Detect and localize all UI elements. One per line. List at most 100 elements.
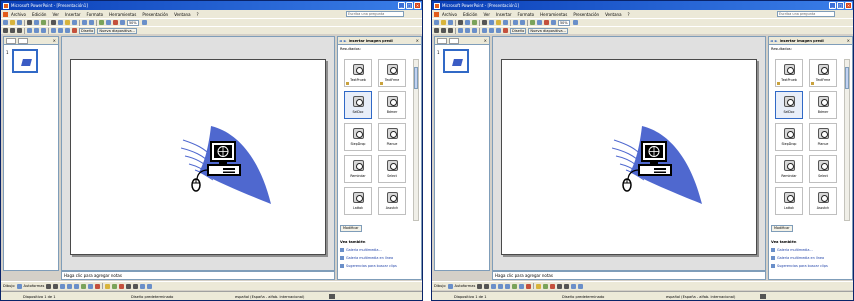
- menu-formato[interactable]: Formato: [87, 12, 104, 17]
- clip-organizer-link[interactable]: Galería multimedia...: [771, 248, 813, 252]
- slide-thumbnail[interactable]: [12, 49, 38, 73]
- numbering-icon[interactable]: [489, 28, 494, 33]
- cut-icon[interactable]: [482, 20, 487, 25]
- design-button[interactable]: Diseño: [510, 27, 527, 34]
- align-right-icon[interactable]: [472, 28, 477, 33]
- shadow-icon[interactable]: [140, 283, 146, 289]
- notes-pane[interactable]: Haga clic para agregar notas: [492, 271, 766, 280]
- notes-pane[interactable]: Haga clic para agregar notas: [61, 271, 335, 280]
- save-icon[interactable]: [17, 20, 22, 25]
- arrow-icon[interactable]: [53, 283, 59, 289]
- line-color-icon[interactable]: [112, 283, 118, 289]
- line-style-icon[interactable]: [557, 283, 563, 289]
- align-right-icon[interactable]: [41, 28, 46, 33]
- menu-ver[interactable]: Ver: [483, 12, 490, 17]
- clipart-tile[interactable]: SelDoc: [344, 91, 372, 119]
- insert-clipart-icon[interactable]: [544, 20, 549, 25]
- diagram-icon[interactable]: [519, 283, 525, 289]
- font-color-icon[interactable]: [72, 28, 77, 33]
- slide[interactable]: [501, 59, 757, 255]
- menu-insertar[interactable]: Insertar: [496, 12, 512, 17]
- paste-icon[interactable]: [496, 20, 501, 25]
- fill-color-icon[interactable]: [536, 283, 542, 289]
- clip-organizer-link[interactable]: Galería multimedia...: [340, 248, 382, 252]
- clipart-tile[interactable]: TextPrueb: [775, 59, 803, 87]
- clipart-tile[interactable]: Planue: [378, 123, 406, 151]
- zoom-select[interactable]: 50%: [127, 19, 139, 26]
- online-clipart-link[interactable]: Galería multimedia en línea: [771, 256, 824, 260]
- clipart-icon[interactable]: [526, 283, 532, 289]
- new-slide-button[interactable]: Nueva diapositiva...: [528, 27, 568, 34]
- help-icon[interactable]: [572, 20, 578, 25]
- clipart-tile[interactable]: Bdmer: [378, 91, 406, 119]
- clipart-tile[interactable]: TextPrueb: [344, 59, 372, 87]
- format-painter-icon[interactable]: [72, 20, 77, 25]
- undo-icon[interactable]: [82, 20, 87, 25]
- modify-button[interactable]: Modificar: [771, 225, 793, 232]
- font-size-increase-icon[interactable]: [496, 28, 501, 33]
- align-center-icon[interactable]: [465, 28, 470, 33]
- close-icon[interactable]: ×: [416, 38, 419, 43]
- spelling-icon[interactable]: [472, 20, 477, 25]
- save-icon[interactable]: [448, 20, 453, 25]
- restore-button[interactable]: □: [837, 2, 844, 9]
- zoom-select[interactable]: 50%: [558, 19, 570, 26]
- minimize-button[interactable]: _: [829, 2, 836, 9]
- oval-icon[interactable]: [67, 283, 73, 289]
- computer-clipart[interactable]: [612, 122, 706, 214]
- oval-icon[interactable]: [498, 283, 504, 289]
- wordart-icon[interactable]: [81, 283, 87, 289]
- clipart-tile[interactable]: Remindar: [775, 155, 803, 183]
- insert-table-icon[interactable]: [106, 20, 111, 25]
- shadow-icon[interactable]: [571, 283, 577, 289]
- print-icon[interactable]: [27, 20, 32, 25]
- online-clipart-link[interactable]: Galería multimedia en línea: [340, 256, 393, 260]
- menu-insertar[interactable]: Insertar: [65, 12, 81, 17]
- redo-icon[interactable]: [520, 20, 525, 25]
- font-color-icon[interactable]: [550, 283, 556, 289]
- italic-icon[interactable]: [441, 28, 446, 33]
- close-button[interactable]: ×: [845, 2, 852, 9]
- document-icon[interactable]: [3, 11, 8, 17]
- tab-slides[interactable]: [18, 37, 28, 44]
- clipart-tile[interactable]: Bdmer: [809, 91, 837, 119]
- bullets-icon[interactable]: [51, 28, 56, 33]
- format-painter-icon[interactable]: [503, 20, 508, 25]
- cut-icon[interactable]: [51, 20, 56, 25]
- insert-chart-icon[interactable]: [99, 20, 104, 25]
- 3d-icon[interactable]: [578, 283, 584, 289]
- paste-icon[interactable]: [65, 20, 70, 25]
- align-center-icon[interactable]: [34, 28, 39, 33]
- grid-icon[interactable]: [120, 20, 125, 25]
- clipart-tile[interactable]: Planue: [809, 123, 837, 151]
- slide[interactable]: [70, 59, 326, 255]
- close-icon[interactable]: ×: [484, 38, 487, 43]
- document-icon[interactable]: [434, 11, 439, 17]
- clipart-tile[interactable]: Select: [809, 155, 837, 183]
- spelling-icon[interactable]: [41, 20, 46, 25]
- redo-icon[interactable]: [89, 20, 94, 25]
- print-icon[interactable]: [458, 20, 463, 25]
- rectangle-icon[interactable]: [491, 283, 497, 289]
- line-icon[interactable]: [46, 283, 52, 289]
- select-arrow-icon[interactable]: [447, 283, 453, 289]
- align-left-icon[interactable]: [458, 28, 463, 33]
- bold-icon[interactable]: [3, 28, 8, 33]
- clipart-tile[interactable]: Remindar: [344, 155, 372, 183]
- new-icon[interactable]: [434, 20, 439, 25]
- forward-icon[interactable]: ►: [775, 39, 778, 43]
- clipart-tile[interactable]: TextFrme: [378, 59, 406, 87]
- help-search-input[interactable]: Escriba una pregunta: [777, 11, 835, 17]
- insert-clipart-icon[interactable]: [113, 20, 118, 25]
- menu-presentacion[interactable]: Presentación: [573, 12, 599, 17]
- wordart-icon[interactable]: [512, 283, 518, 289]
- search-tips-link[interactable]: Sugerencias para buscar clips: [340, 264, 397, 268]
- menu-help[interactable]: ?: [628, 12, 630, 17]
- underline-icon[interactable]: [17, 28, 22, 33]
- line-icon[interactable]: [477, 283, 483, 289]
- computer-clipart[interactable]: [181, 122, 275, 214]
- tab-outline[interactable]: [6, 37, 16, 44]
- font-color-icon[interactable]: [503, 28, 508, 33]
- clipart-tile[interactable]: TextFrme: [809, 59, 837, 87]
- back-icon[interactable]: ◄: [770, 39, 773, 43]
